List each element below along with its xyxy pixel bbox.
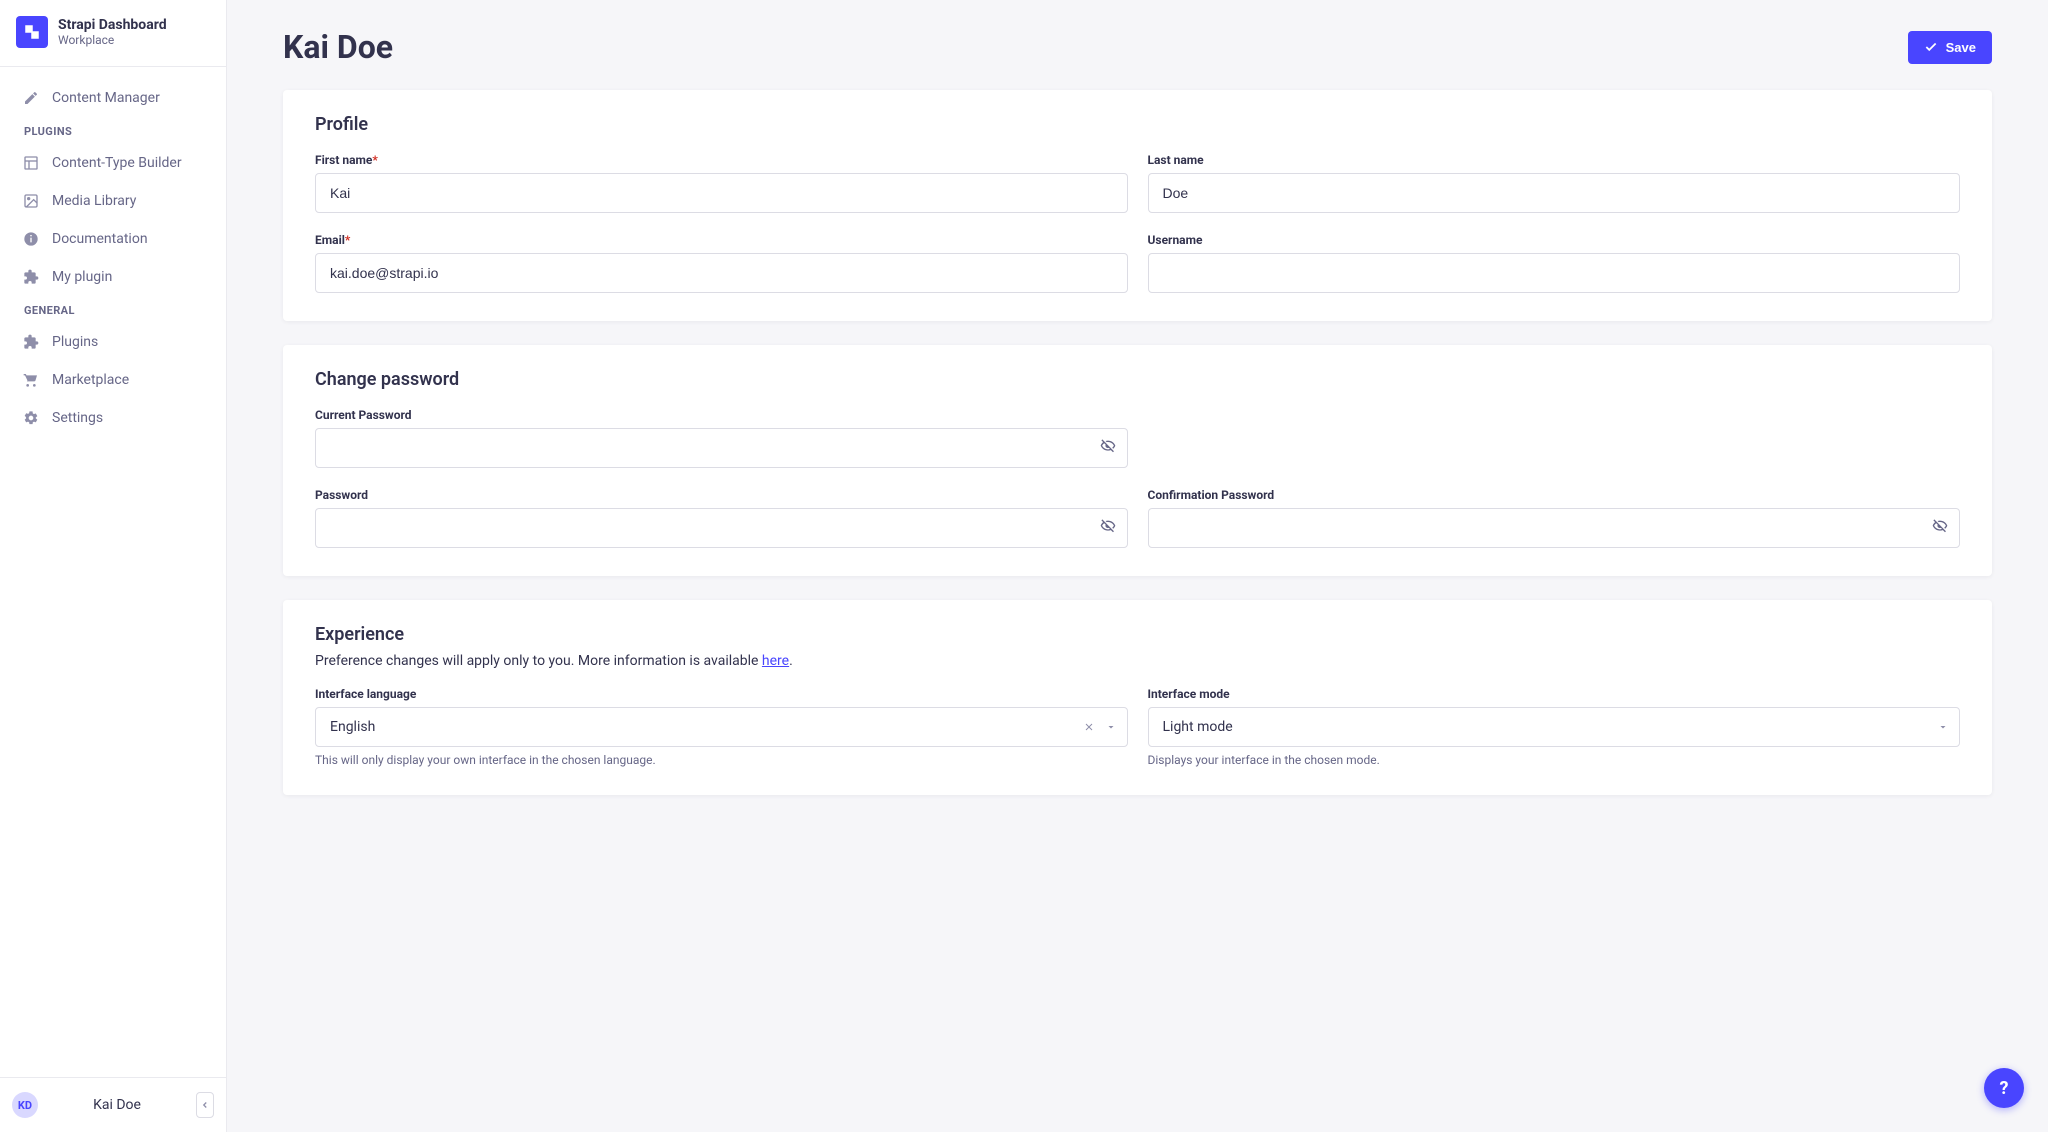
sidebar-footer: KD Kai Doe	[0, 1077, 226, 1132]
nav-item-label: My plugin	[52, 269, 112, 285]
select-value: English	[330, 719, 1083, 735]
sidebar-item-documentation[interactable]: Documentation	[8, 220, 218, 258]
save-button[interactable]: Save	[1908, 31, 1992, 64]
nav: Content Manager PLUGINS Content-Type Bui…	[0, 67, 226, 1077]
sidebar-item-settings[interactable]: Settings	[8, 399, 218, 437]
first-name-input[interactable]	[315, 173, 1128, 213]
page-header: Kai Doe Save	[283, 0, 1992, 90]
toggle-visibility-button[interactable]	[1100, 438, 1116, 458]
current-password-input[interactable]	[315, 428, 1128, 468]
email-label: Email*	[315, 233, 1128, 247]
nav-section-plugins-label: PLUGINS	[8, 117, 218, 144]
toggle-visibility-button[interactable]	[1100, 518, 1116, 538]
field-username: Username	[1148, 233, 1961, 293]
password-card: Change password Current Password Passwor…	[283, 345, 1992, 576]
gear-icon	[22, 409, 40, 427]
caret-down-icon	[1937, 721, 1949, 733]
new-password-input[interactable]	[315, 508, 1128, 548]
caret-down-icon	[1105, 721, 1117, 733]
nav-item-label: Settings	[52, 410, 103, 426]
profile-card: Profile First name* Last name Email* Use…	[283, 90, 1992, 321]
field-current-password: Current Password	[315, 408, 1128, 468]
sidebar-item-content-manager[interactable]: Content Manager	[8, 79, 218, 117]
username-input[interactable]	[1148, 253, 1961, 293]
toggle-visibility-button[interactable]	[1932, 518, 1948, 538]
eye-off-icon	[1932, 518, 1948, 534]
current-password-label: Current Password	[315, 408, 1128, 422]
password-section-title: Change password	[315, 369, 1960, 390]
help-button[interactable]: ?	[1984, 1068, 2024, 1108]
app-subtitle: Workplace	[58, 33, 167, 47]
puzzle-icon	[22, 333, 40, 351]
sidebar-item-content-type-builder[interactable]: Content-Type Builder	[8, 144, 218, 182]
nav-item-label: Content-Type Builder	[52, 155, 182, 171]
interface-mode-label: Interface mode	[1148, 687, 1961, 701]
app-title: Strapi Dashboard	[58, 17, 167, 34]
confirm-password-label: Confirmation Password	[1148, 488, 1961, 502]
experience-card: Experience Preference changes will apply…	[283, 600, 1992, 795]
avatar[interactable]: KD	[12, 1092, 38, 1118]
main-content: Kai Doe Save Profile First name* Last na…	[227, 0, 2048, 1132]
chevron-left-icon	[200, 1100, 210, 1110]
experience-section-title: Experience	[315, 624, 1960, 645]
last-name-input[interactable]	[1148, 173, 1961, 213]
question-icon: ?	[2000, 1078, 2009, 1099]
interface-language-select[interactable]: English	[315, 707, 1128, 747]
info-icon	[22, 230, 40, 248]
field-interface-language: Interface language English This will onl…	[315, 687, 1128, 767]
eye-off-icon	[1100, 438, 1116, 454]
field-last-name: Last name	[1148, 153, 1961, 213]
field-first-name: First name*	[315, 153, 1128, 213]
nav-item-label: Content Manager	[52, 90, 160, 106]
nav-item-label: Media Library	[52, 193, 136, 209]
app-logo	[16, 16, 48, 48]
footer-user-name: Kai Doe	[50, 1097, 184, 1113]
sidebar-item-plugins[interactable]: Plugins	[8, 323, 218, 361]
cart-icon	[22, 371, 40, 389]
sidebar-item-marketplace[interactable]: Marketplace	[8, 361, 218, 399]
sidebar-item-my-plugin[interactable]: My plugin	[8, 258, 218, 296]
image-icon	[22, 192, 40, 210]
sidebar-header: Strapi Dashboard Workplace	[0, 0, 226, 67]
confirm-password-input[interactable]	[1148, 508, 1961, 548]
nav-section-general-label: GENERAL	[8, 296, 218, 323]
clear-icon[interactable]	[1083, 721, 1095, 733]
email-input[interactable]	[315, 253, 1128, 293]
page-title: Kai Doe	[283, 28, 393, 66]
interface-mode-helper: Displays your interface in the chosen mo…	[1148, 753, 1961, 767]
field-confirm-password: Confirmation Password	[1148, 488, 1961, 548]
nav-item-label: Marketplace	[52, 372, 129, 388]
layout-icon	[22, 154, 40, 172]
experience-subtitle: Preference changes will apply only to yo…	[315, 653, 1960, 669]
collapse-sidebar-button[interactable]	[196, 1092, 214, 1118]
first-name-label: First name*	[315, 153, 1128, 167]
puzzle-icon	[22, 268, 40, 286]
last-name-label: Last name	[1148, 153, 1961, 167]
username-label: Username	[1148, 233, 1961, 247]
nav-item-label: Plugins	[52, 334, 98, 350]
interface-language-helper: This will only display your own interfac…	[315, 753, 1128, 767]
check-icon	[1924, 40, 1938, 54]
pencil-icon	[22, 89, 40, 107]
new-password-label: Password	[315, 488, 1128, 502]
select-value: Light mode	[1163, 719, 1938, 735]
field-new-password: Password	[315, 488, 1128, 548]
sidebar: Strapi Dashboard Workplace Content Manag…	[0, 0, 227, 1132]
nav-item-label: Documentation	[52, 231, 148, 247]
experience-more-link[interactable]: here	[762, 653, 789, 669]
save-button-label: Save	[1946, 40, 1976, 55]
sidebar-item-media-library[interactable]: Media Library	[8, 182, 218, 220]
field-interface-mode: Interface mode Light mode Displays your …	[1148, 687, 1961, 767]
interface-mode-select[interactable]: Light mode	[1148, 707, 1961, 747]
profile-section-title: Profile	[315, 114, 1960, 135]
interface-language-label: Interface language	[315, 687, 1128, 701]
field-email: Email*	[315, 233, 1128, 293]
eye-off-icon	[1100, 518, 1116, 534]
